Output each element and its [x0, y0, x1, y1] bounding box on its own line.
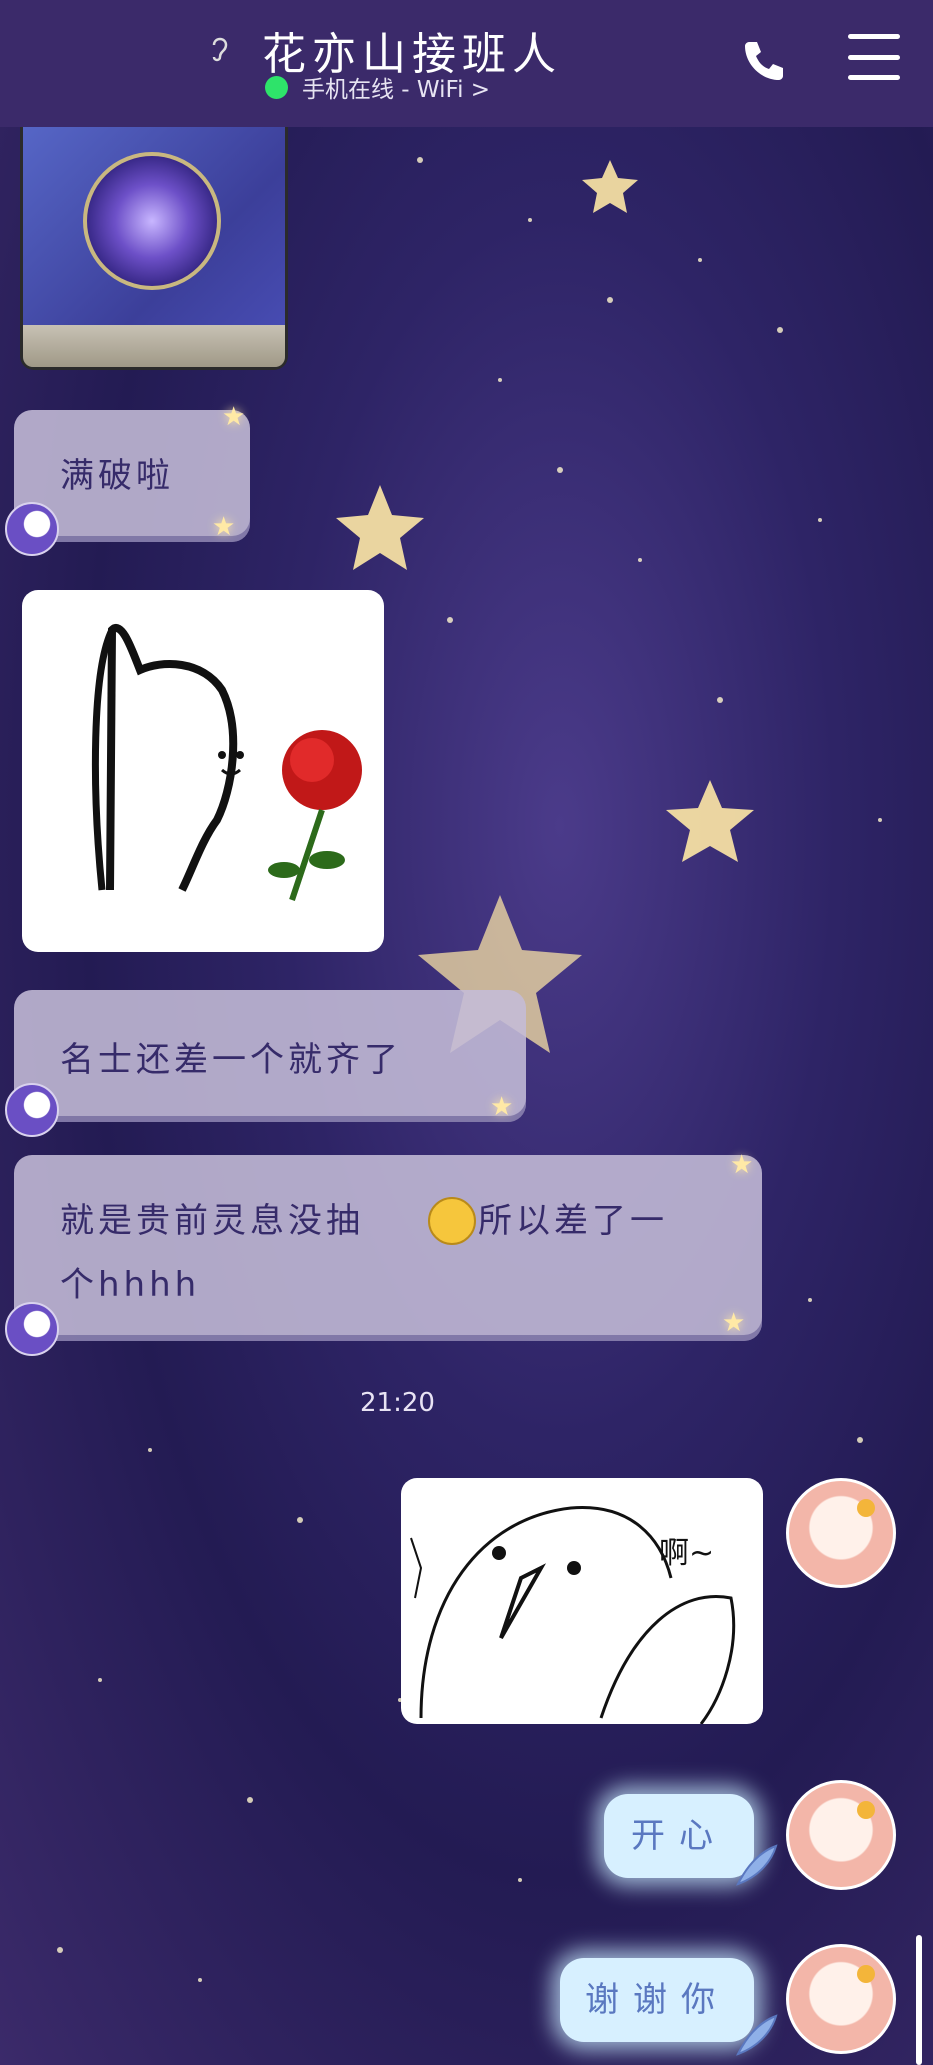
phone-bezel: [23, 325, 285, 367]
star-icon: ★: [222, 402, 246, 432]
penguin-icon: [5, 1083, 59, 1137]
message-text: 满破啦: [60, 456, 174, 496]
star-icon: ★: [212, 512, 236, 542]
star-icon: ★: [722, 1308, 746, 1338]
menu-icon[interactable]: [848, 34, 900, 80]
image-message[interactable]: [20, 127, 288, 370]
sent-message[interactable]: 谢谢你: [560, 1958, 754, 2042]
penguin-icon: [5, 1302, 59, 1356]
flower-icon: [857, 1965, 875, 1983]
online-status[interactable]: 手机在线 - WiFi >: [265, 70, 490, 104]
sticker-cat-rose[interactable]: [22, 590, 384, 952]
online-dot-icon: [265, 75, 288, 99]
scrollbar[interactable]: [916, 1935, 922, 2065]
feather-icon: [735, 2014, 778, 2056]
received-message[interactable]: 名士还差一个就齐了: [14, 990, 526, 1122]
game-screenshot: [83, 152, 221, 290]
message-timestamp: 21:20: [360, 1388, 435, 1418]
sticker-caption: 啊~: [659, 1536, 715, 1571]
message-text: 谢谢你: [585, 1980, 729, 2020]
cat-with-rose-drawing: [91, 624, 362, 901]
message-text-line1b: 所以差了一: [478, 1201, 668, 1241]
message-text: 名士还差一个就齐了: [60, 1040, 402, 1080]
flower-icon: [857, 1499, 875, 1517]
my-avatar[interactable]: [786, 1944, 896, 2054]
star-icon: ★: [490, 1092, 514, 1122]
received-message[interactable]: 就是贵前灵息没抽 所以差了一 个hhhh: [14, 1155, 762, 1341]
chat-header: 花亦山接班人 手机在线 - WiFi >: [0, 0, 933, 127]
feather-icon: [735, 1844, 778, 1886]
ear-icon[interactable]: [208, 33, 230, 63]
message-text-line2: 个hhhh: [60, 1265, 201, 1305]
flower-icon: [857, 1801, 875, 1819]
my-avatar[interactable]: [786, 1478, 896, 1588]
star-icon: ★: [730, 1150, 754, 1180]
online-status-text: 手机在线 - WiFi >: [302, 77, 491, 103]
face-emoji-icon: [428, 1197, 476, 1245]
message-text-line1: 就是贵前灵息没抽: [60, 1201, 364, 1241]
my-avatar[interactable]: [786, 1780, 896, 1890]
sticker-bird[interactable]: 啊~: [401, 1478, 763, 1724]
message-text: 开心: [631, 1816, 727, 1856]
penguin-icon: [5, 502, 59, 556]
bird-sketch-drawing: [410, 1506, 736, 1724]
phone-icon[interactable]: [739, 36, 787, 84]
